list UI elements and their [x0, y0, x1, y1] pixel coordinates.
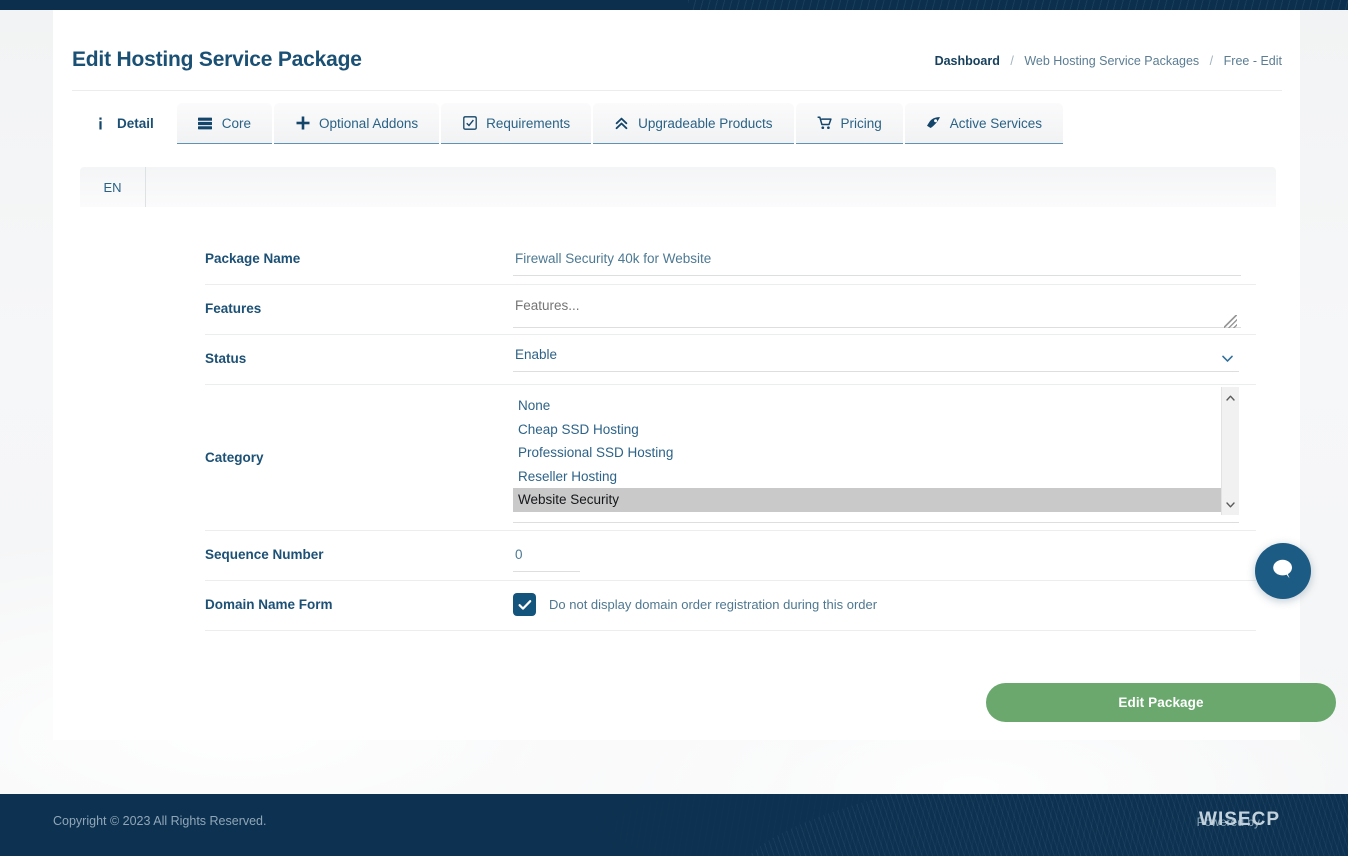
language-tab-en[interactable]: EN: [80, 167, 146, 207]
category-label: Category: [205, 450, 264, 465]
package-detail-form: Package Name Features Status: [205, 235, 1256, 631]
content-card: Edit Hosting Service Package Dashboard /…: [53, 10, 1336, 740]
footer-brand-logo: WISECP: [1199, 809, 1280, 830]
category-listbox-scrollbar[interactable]: [1221, 387, 1239, 515]
tab-active-services[interactable]: Active Services: [904, 103, 1064, 144]
scroll-down-arrow-icon[interactable]: [1222, 496, 1239, 513]
chat-widget-button[interactable]: [1255, 543, 1311, 599]
category-option-professional-ssd-hosting[interactable]: Professional SSD Hosting: [513, 441, 1221, 465]
tab-upgradeable-products[interactable]: Upgradeable Products: [593, 103, 794, 144]
tag-icon: [926, 116, 941, 131]
breadcrumb-section[interactable]: Web Hosting Service Packages: [1024, 54, 1199, 68]
page-footer: Copyright © 2023 All Rights Reserved. Po…: [0, 794, 1348, 856]
tab-core[interactable]: Core: [176, 103, 273, 144]
app-root: Edit Hosting Service Package Dashboard /…: [0, 0, 1348, 856]
checkbox-icon: [462, 116, 477, 131]
tab-detail[interactable]: Detail: [72, 103, 175, 144]
domain-name-form-label: Domain Name Form: [205, 597, 333, 612]
info-icon: [93, 116, 108, 131]
tab-requirements-label: Requirements: [486, 115, 571, 131]
check-icon: [518, 599, 532, 611]
language-tab-bar: EN: [80, 167, 1276, 207]
scroll-up-arrow-icon[interactable]: [1222, 389, 1239, 406]
tab-optional-addons-label: Optional Addons: [319, 115, 419, 131]
form-row-sequence-number: Sequence Number: [205, 531, 1256, 581]
tab-active-services-label: Active Services: [949, 115, 1043, 131]
chevron-double-up-icon: [614, 116, 629, 131]
status-label: Status: [205, 351, 247, 366]
category-option-none[interactable]: None: [513, 394, 1221, 418]
features-control: [513, 285, 1256, 333]
tab-upgradeable-products-label: Upgradeable Products: [638, 115, 773, 131]
package-name-label: Package Name: [205, 251, 301, 266]
tab-pricing[interactable]: Pricing: [795, 103, 903, 144]
tab-optional-addons[interactable]: Optional Addons: [274, 103, 440, 144]
domain-name-form-checkbox[interactable]: [513, 593, 536, 616]
category-option-reseller-hosting[interactable]: Reseller Hosting: [513, 465, 1221, 489]
form-row-category: Category None Cheap SSD Hosting Professi…: [205, 385, 1256, 531]
breadcrumb-current: Free - Edit: [1223, 54, 1282, 68]
top-bar: [0, 0, 1348, 10]
domain-name-form-checkbox-label: Do not display domain order registration…: [549, 597, 878, 612]
breadcrumb-separator-1: /: [1010, 54, 1014, 68]
plus-icon: [295, 116, 310, 131]
cart-icon: [817, 116, 832, 131]
page-header: Edit Hosting Service Package Dashboard /…: [72, 38, 1282, 91]
status-control: Enable: [513, 335, 1256, 372]
tab-detail-label: Detail: [117, 115, 154, 131]
form-row-package-name: Package Name: [205, 235, 1256, 285]
tab-pricing-label: Pricing: [840, 115, 882, 131]
status-select[interactable]: Enable: [513, 345, 1239, 372]
form-row-status: Status Enable: [205, 335, 1256, 385]
features-label: Features: [205, 301, 262, 316]
category-option-website-security[interactable]: Website Security: [513, 488, 1221, 512]
edit-package-button[interactable]: Edit Package: [986, 683, 1336, 722]
category-option-cheap-ssd-hosting[interactable]: Cheap SSD Hosting: [513, 418, 1221, 442]
form-row-domain-name-form: Domain Name Form Do not display domain o…: [205, 581, 1256, 631]
breadcrumb: Dashboard / Web Hosting Service Packages…: [935, 54, 1282, 68]
server-icon: [198, 116, 213, 131]
features-textarea[interactable]: [513, 295, 1241, 328]
breadcrumb-separator-2: /: [1209, 54, 1214, 68]
category-option-list: None Cheap SSD Hosting Professional SSD …: [513, 394, 1221, 512]
package-name-control: [513, 235, 1256, 276]
breadcrumb-dashboard[interactable]: Dashboard: [935, 54, 1000, 68]
sequence-number-label: Sequence Number: [205, 547, 324, 562]
domain-name-form-control: Do not display domain order registration…: [513, 581, 1256, 616]
category-listbox[interactable]: None Cheap SSD Hosting Professional SSD …: [513, 387, 1239, 523]
page-title: Edit Hosting Service Package: [72, 48, 362, 71]
footer-copyright: Copyright © 2023 All Rights Reserved.: [53, 814, 267, 828]
tab-bar: Detail Core Optional Addons Requirements: [72, 103, 1064, 144]
chat-bubble-icon: [1270, 557, 1296, 586]
category-control: None Cheap SSD Hosting Professional SSD …: [513, 385, 1256, 523]
tab-requirements[interactable]: Requirements: [441, 103, 592, 144]
package-name-input[interactable]: [513, 245, 1241, 276]
top-bar-wave-decoration: [688, 0, 1348, 10]
tab-core-label: Core: [221, 115, 252, 131]
form-row-features: Features: [205, 285, 1256, 335]
sequence-number-input[interactable]: [513, 541, 580, 572]
sequence-number-control: [513, 531, 1256, 572]
